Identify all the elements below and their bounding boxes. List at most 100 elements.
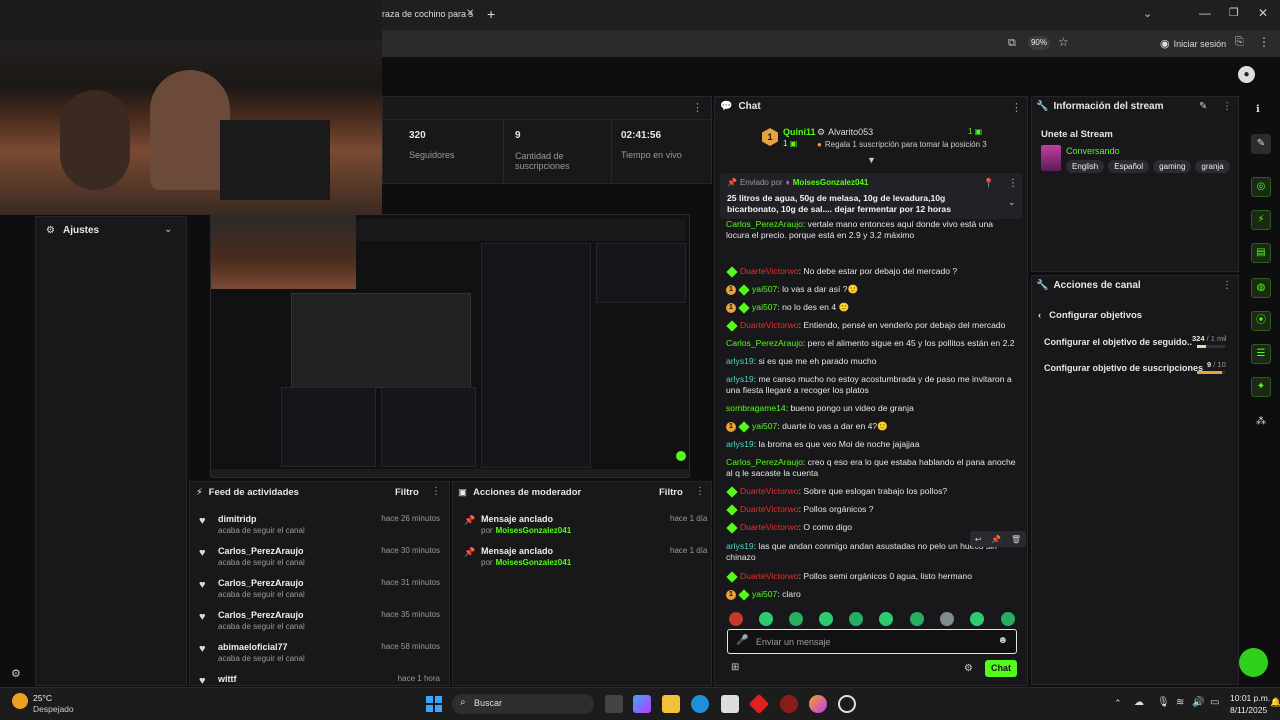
emote-icon[interactable] xyxy=(879,612,893,626)
cloud-icon[interactable]: ☁ xyxy=(1134,697,1144,708)
top2[interactable]: ⚙ Alvarito053 xyxy=(817,127,873,138)
tag-chip[interactable]: gaming xyxy=(1153,160,1192,173)
chat-message[interactable]: DuarteVictorwo: Pollos orgánicos ? xyxy=(726,504,1016,516)
store-icon[interactable] xyxy=(721,695,739,713)
stream-info-menu-icon[interactable]: ⋮ xyxy=(1222,101,1232,112)
chat-message[interactable]: Carlos_PerezAraujo: vertale mano entonce… xyxy=(726,219,1016,241)
tag-chip[interactable]: granja xyxy=(1195,160,1230,173)
gear-icon[interactable]: ⚙ xyxy=(11,667,21,680)
chat-username[interactable]: arlys19 xyxy=(726,541,754,551)
unpin-icon[interactable]: 📍 xyxy=(983,178,994,189)
green-action-button[interactable] xyxy=(1239,648,1268,677)
mod-menu-icon[interactable]: ⋮ xyxy=(695,486,705,497)
weather-temp[interactable]: 25°C xyxy=(33,693,52,703)
feed-item[interactable]: Carlos_PerezAraujo acaba de seguir el can… xyxy=(218,578,305,599)
notifications-icon[interactable]: 🔔 xyxy=(1270,697,1280,708)
chat-username[interactable]: yai507 xyxy=(752,284,777,294)
chat-message[interactable]: sombragame14: bueno pongo un video de gr… xyxy=(726,403,1016,414)
info-icon[interactable]: ℹ xyxy=(1256,104,1260,115)
feed-item[interactable]: Carlos_PerezAraujo acaba de seguir el can… xyxy=(218,610,305,631)
screenshot-icon[interactable]: ⧉ xyxy=(1008,37,1016,50)
category-name[interactable]: Conversando xyxy=(1066,146,1120,156)
browser-tab-title[interactable]: raza de cochino para s xyxy=(382,9,473,19)
copilot-icon[interactable] xyxy=(633,695,651,713)
stats-menu-icon[interactable]: ⋮ xyxy=(692,101,703,114)
wrench-icon[interactable]: ✦ xyxy=(1251,377,1271,397)
emote-icon[interactable] xyxy=(849,612,863,626)
chat-bubble-icon[interactable]: ◍ xyxy=(1251,278,1271,298)
emote-icon[interactable] xyxy=(759,612,773,626)
tab-list-icon[interactable]: ⌄ xyxy=(1143,7,1152,20)
chat-message[interactable]: DuarteVictorwo: No debe estar por debajo… xyxy=(726,266,1016,278)
chat-menu-icon[interactable]: ⋮ xyxy=(1011,101,1022,114)
volume-icon[interactable]: 🔊 xyxy=(1192,697,1204,708)
chat-message[interactable]: arlys19: si es que me eh parado mucho xyxy=(726,356,1016,367)
mod-action-user[interactable]: MoisesGonzalez041 xyxy=(496,526,572,535)
chat-username[interactable]: arlys19 xyxy=(726,439,754,449)
feed-item[interactable]: abimaeloficial77 acaba de seguir el canal xyxy=(218,642,305,663)
mod-action-user[interactable]: MoisesGonzalez041 xyxy=(496,558,572,567)
zoom-indicator[interactable]: 90% xyxy=(1028,36,1050,50)
chat-username[interactable]: Carlos_PerezAraujo xyxy=(726,219,803,229)
layers-icon[interactable]: ☰ xyxy=(1251,344,1271,364)
emote-icon[interactable] xyxy=(789,612,803,626)
chat-username[interactable]: DuarteVictorwo xyxy=(740,266,799,276)
mod-action-item[interactable]: Mensaje anclado por MoisesGonzalez041 xyxy=(481,514,571,535)
chat-username[interactable]: DuarteVictorwo xyxy=(740,504,799,514)
gift-promo[interactable]: ● Regala 1 suscripción para tomar la posi… xyxy=(817,140,987,149)
emote-icon[interactable] xyxy=(729,612,743,626)
feed-item[interactable]: Carlos_PerezAraujo acaba de seguir el can… xyxy=(218,546,305,567)
tray-chevron-icon[interactable]: ⌃ xyxy=(1114,698,1122,709)
chevron-down-icon[interactable]: ⌄ xyxy=(164,224,172,235)
chat-username[interactable]: arlys19 xyxy=(726,374,754,384)
chat-message[interactable]: Carlos_PerezAraujo: pero el alimento sig… xyxy=(726,338,1016,349)
feed-item[interactable]: wittf xyxy=(218,674,237,686)
channel-actions-menu-icon[interactable]: ⋮ xyxy=(1222,280,1232,291)
goal-followers[interactable]: Configurar el objetivo de seguido... xyxy=(1044,337,1192,347)
lightning-icon[interactable]: ⚡ xyxy=(1251,210,1271,230)
settings-header[interactable]: ⚙ Ajustes xyxy=(46,225,99,236)
chat-username[interactable]: yai507 xyxy=(752,589,777,599)
gift-icon[interactable]: ⊞ xyxy=(731,662,739,673)
emote-icon[interactable] xyxy=(970,612,984,626)
camera-icon[interactable]: ◎ xyxy=(1251,177,1271,197)
chat-message[interactable]: DuarteVictorwo: Pollos semi orgánicos 0 … xyxy=(726,571,1016,583)
emote-icon[interactable] xyxy=(1001,612,1015,626)
send-chat-button[interactable]: Chat xyxy=(985,660,1017,677)
chat-message[interactable]: Carlos_PerezAraujo: creo q eso era lo qu… xyxy=(726,457,1016,479)
emote-icon[interactable] xyxy=(819,612,833,626)
activity-menu-icon[interactable]: ⋮ xyxy=(431,486,441,497)
tag-chip[interactable]: English xyxy=(1066,160,1105,173)
emoji-icon[interactable]: ☻ xyxy=(997,635,1008,646)
firefox-icon[interactable] xyxy=(809,695,827,713)
mod-action-item[interactable]: Mensaje anclado por MoisesGonzalez041 xyxy=(481,546,571,567)
chat-settings-icon[interactable]: ⚙ xyxy=(964,663,973,674)
edge-icon[interactable] xyxy=(691,695,709,713)
file-explorer-icon[interactable] xyxy=(662,695,680,713)
chat-username[interactable]: sombragame14 xyxy=(726,403,786,413)
chat-username[interactable]: arlys19 xyxy=(726,356,754,366)
chevron-down-icon[interactable]: ▼ xyxy=(867,155,876,165)
battery-icon[interactable]: ▭ xyxy=(1210,697,1219,708)
chat-username[interactable]: yai507 xyxy=(752,302,777,312)
pinned-menu-icon[interactable]: ⋮ xyxy=(1008,178,1018,189)
app-circle-icon[interactable] xyxy=(838,695,856,713)
close-tab-icon[interactable]: ✕ xyxy=(466,8,474,19)
chat-username[interactable]: Carlos_PerezAraujo xyxy=(726,457,803,467)
wifi-icon[interactable]: ≋ xyxy=(1176,697,1184,708)
chat-message[interactable]: 1 yai507: no lo des en 4 🙂 xyxy=(726,302,1016,314)
emote-icon[interactable] xyxy=(910,612,924,626)
extensions-icon[interactable]: ⎘ xyxy=(1235,36,1244,49)
chat-message[interactable]: 1 yai507: duarte lo vas a dar en 4?🙂 xyxy=(726,421,1016,433)
back-configure-goals[interactable]: ‹ Configurar objetivos xyxy=(1038,310,1142,321)
avatar[interactable]: ● xyxy=(1238,66,1255,83)
top1-name[interactable]: Quini11 xyxy=(783,127,816,137)
chat-message[interactable]: 1 yai507: lo vas a dar así ?🙂 xyxy=(726,284,1016,296)
chat-username[interactable]: DuarteVictorwo xyxy=(740,320,799,330)
chat-username[interactable]: yai507 xyxy=(752,421,777,431)
windows-start-icon[interactable] xyxy=(426,696,442,712)
chat-username[interactable]: DuarteVictorwo xyxy=(740,486,799,496)
signin-button[interactable]: ◉ Iniciar sesión xyxy=(1160,37,1226,50)
chat-message[interactable]: DuarteVictorwo: Entiendo, pensé en vende… xyxy=(726,320,1016,332)
mod-filter-button[interactable]: Filtro xyxy=(659,487,683,498)
